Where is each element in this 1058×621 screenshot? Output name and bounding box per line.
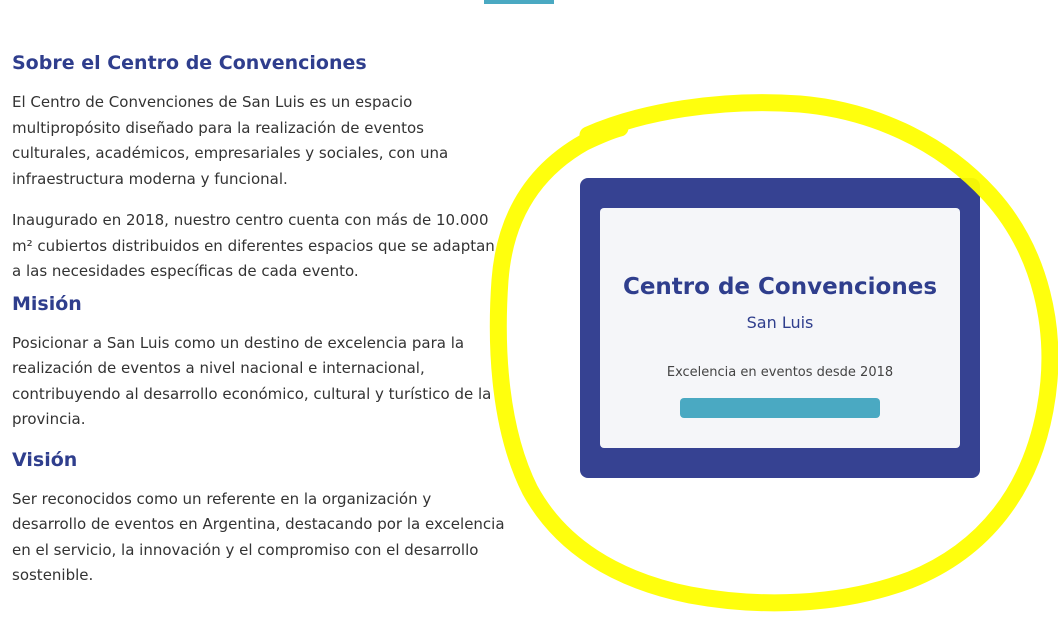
top-accent-bar <box>484 0 554 4</box>
about-paragraph-1: El Centro de Convenciones de San Luis es… <box>12 93 449 188</box>
mission-heading: Misión <box>12 292 82 315</box>
venue-card-tagline: Excelencia en eventos desde 2018 <box>666 365 894 380</box>
venue-card-title: Centro de Convenciones <box>622 274 938 300</box>
about-paragraph-2: Inaugurado en 2018, nuestro centro cuent… <box>12 211 495 280</box>
venue-card-button[interactable] <box>680 398 880 418</box>
mission-text: Posicionar a San Luis como un destino de… <box>12 333 492 429</box>
vision-text: Ser reconocidos como un referente en la … <box>12 489 505 585</box>
venue-card: Centro de Convenciones San Luis Excelenc… <box>580 178 980 478</box>
venue-card-panel: Centro de Convenciones San Luis Excelenc… <box>600 208 960 448</box>
venue-card-subtitle: San Luis <box>746 313 814 332</box>
vision-heading: Visión <box>12 448 78 471</box>
about-heading: Sobre el Centro de Convenciones <box>12 52 367 74</box>
about-section: Sobre el Centro de Convenciones El Centr… <box>12 52 507 589</box>
